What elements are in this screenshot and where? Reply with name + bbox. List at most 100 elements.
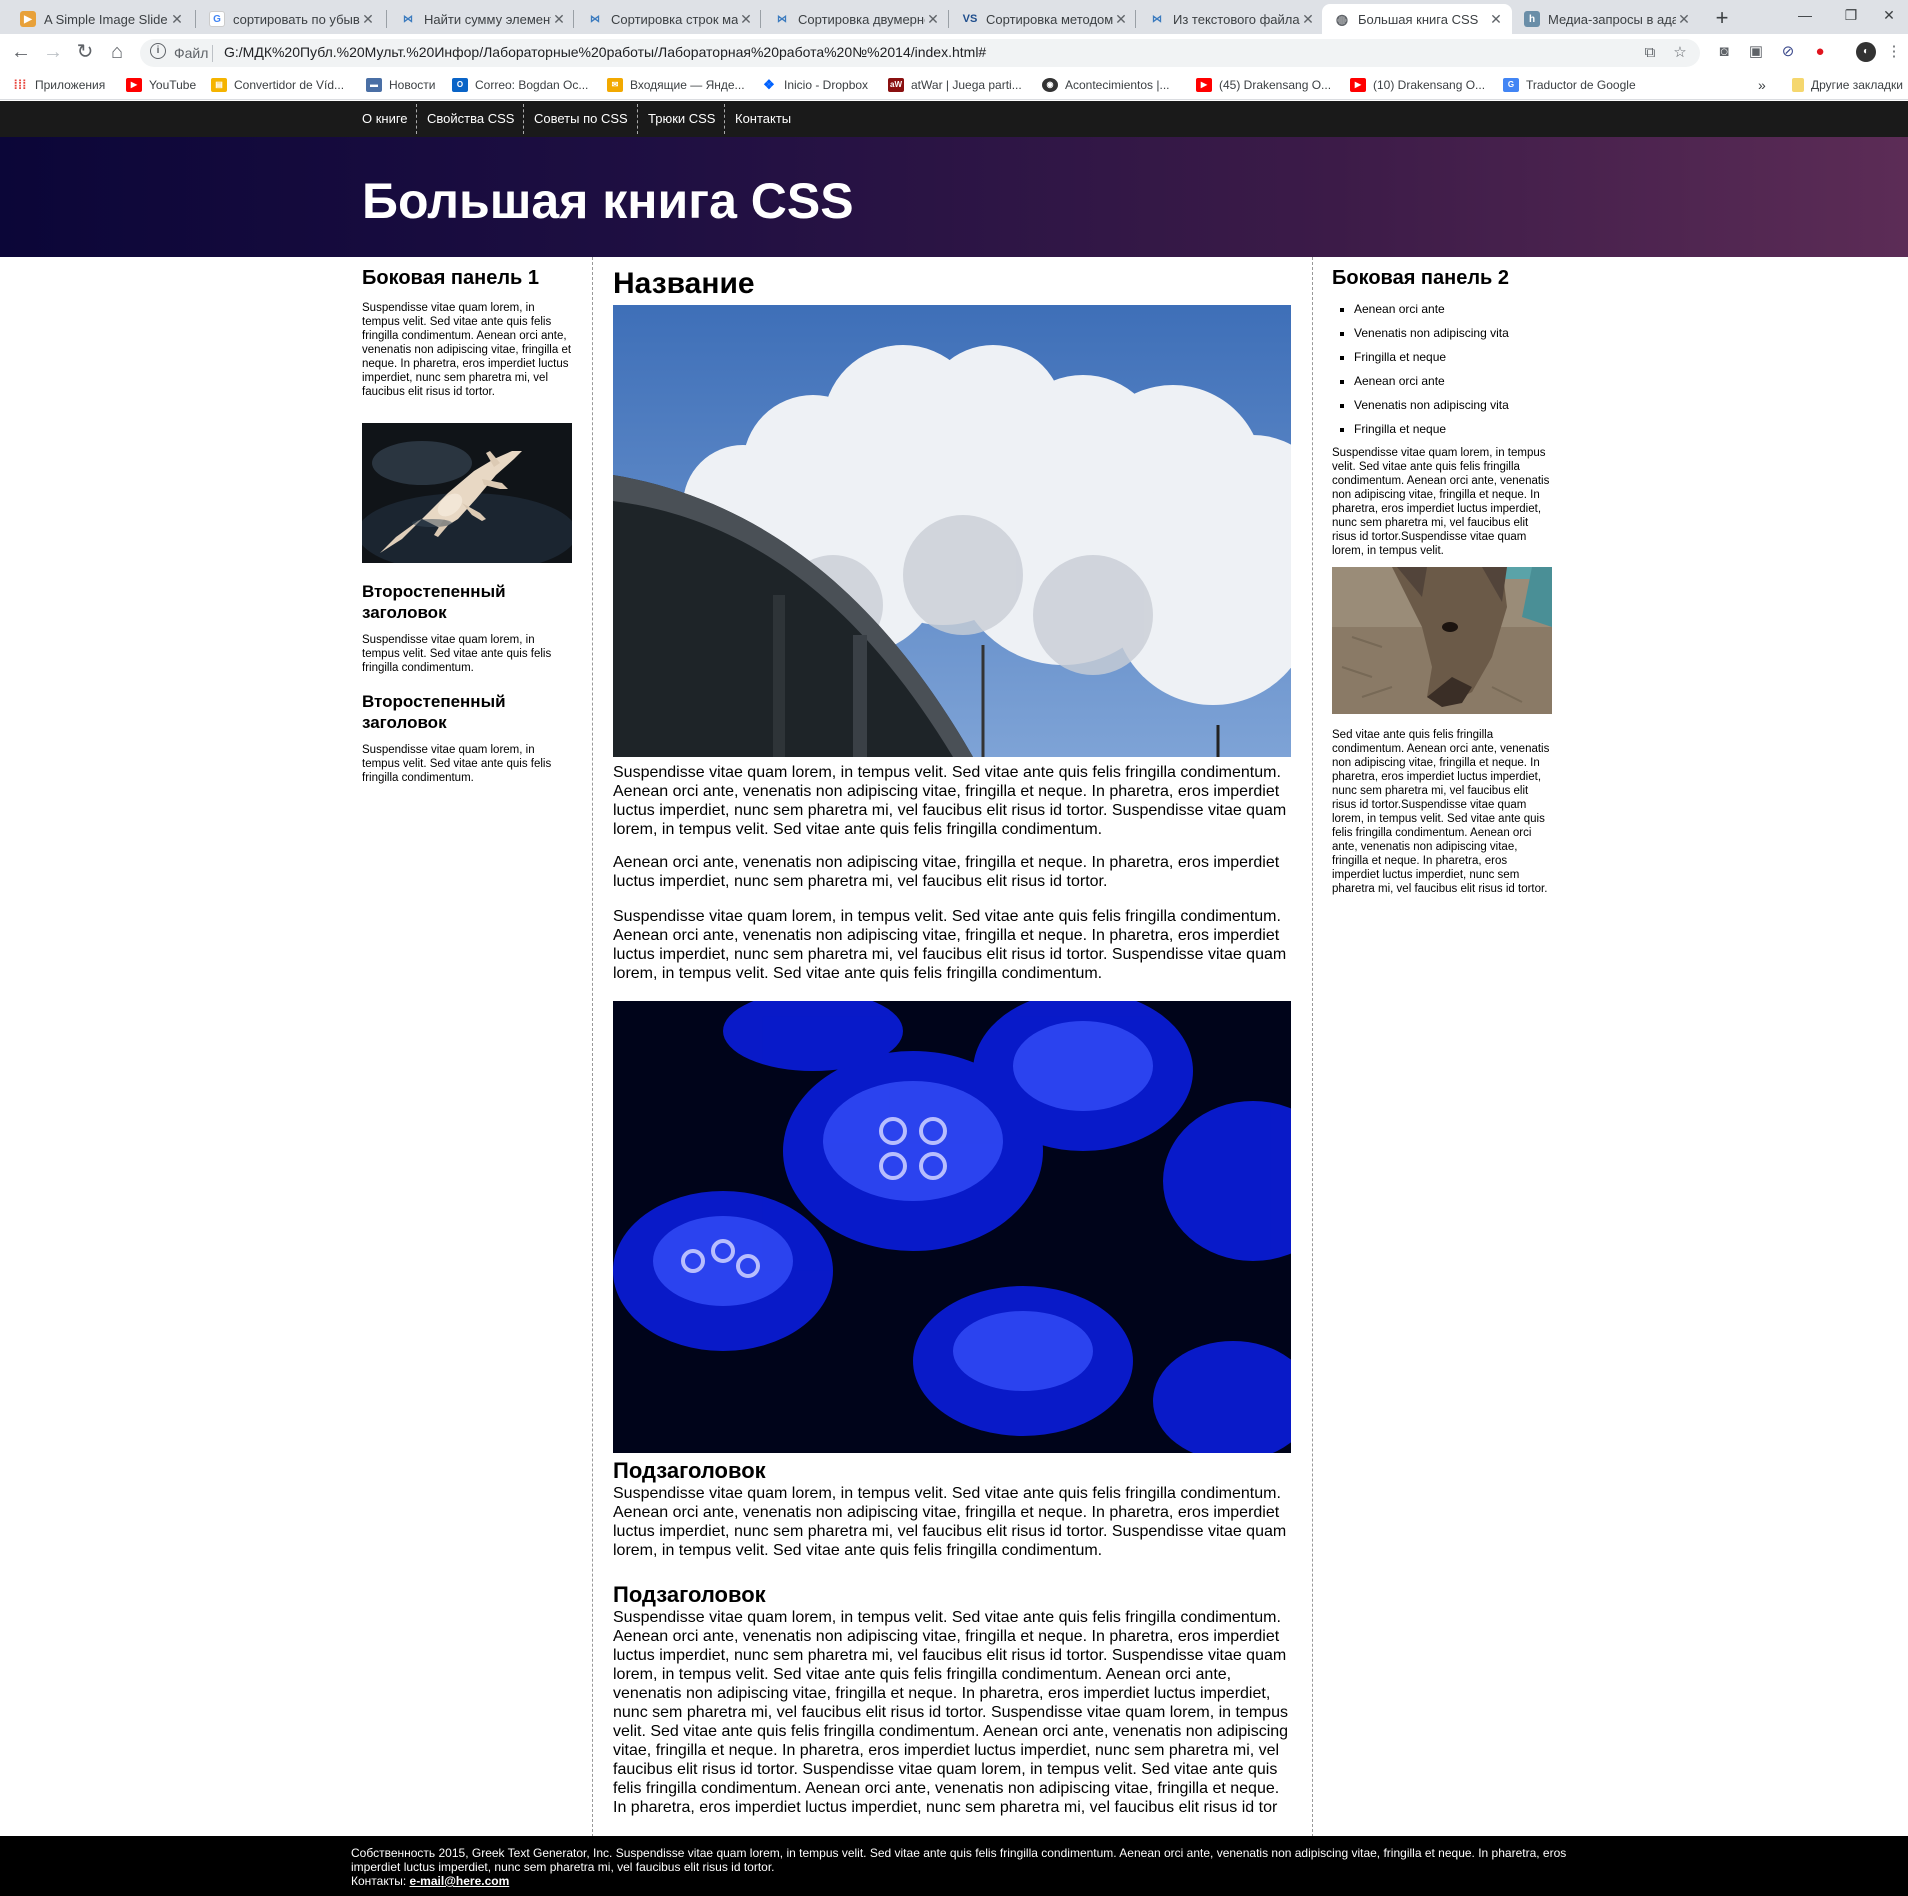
atwar-icon: aW — [888, 78, 904, 92]
bookmark-converter[interactable]: ▤ Convertidor de Víd... — [211, 76, 344, 94]
bookmark-yandex-mail[interactable]: ✉ Входящие — Янде... — [607, 76, 745, 94]
sidebar2-heading: Боковая панель 2 — [1332, 267, 1510, 289]
cyberforum-favicon-icon: ⋈ — [590, 13, 600, 25]
tab-0[interactable]: ▶ A Simple Image Slide Sh ✕ — [8, 4, 193, 34]
bookmark-youtube-drakensang-45[interactable]: ▶ (45) Drakensang O... — [1196, 76, 1331, 94]
list-item: Aenean orci ante — [1354, 373, 1574, 397]
tab-divider — [948, 10, 949, 28]
tab-divider — [760, 10, 761, 28]
extension-icon[interactable]: ▣ — [1746, 42, 1766, 62]
bookmark-youtube-drakensang-10[interactable]: ▶ (10) Drakensang O... — [1350, 76, 1485, 94]
address-url[interactable]: G:/МДК%20Публ.%20Мульт.%20Инфор/Лаборато… — [224, 44, 986, 60]
close-window-button[interactable]: ✕ — [1866, 0, 1908, 30]
address-scheme: Файл — [174, 45, 209, 61]
camera-extension-icon[interactable]: ◙ — [1714, 42, 1734, 62]
bookmark-label: YouTube — [149, 78, 197, 92]
nav-link-tips[interactable]: Советы по CSS — [534, 101, 628, 137]
bookmark-label: (45) Drakensang O... — [1219, 78, 1332, 92]
clouds-and-overpass-photo — [613, 305, 1333, 757]
tab-3[interactable]: ⋈ Сортировка строк мат ✕ — [575, 4, 762, 34]
address-bar[interactable]: i Файл G:/МДК%20Публ.%20Мульт.%20Инфор/Л… — [140, 39, 1700, 67]
habr-favicon-icon: h — [1524, 11, 1540, 27]
close-icon[interactable]: ✕ — [925, 11, 941, 28]
folder-icon — [1792, 78, 1804, 92]
close-icon[interactable]: ✕ — [1113, 11, 1129, 28]
sidebar1-heading: Боковая панель 1 — [362, 267, 540, 289]
column-divider — [592, 257, 593, 1837]
tab-6[interactable]: ⋈ Из текстового файла в ✕ — [1137, 4, 1324, 34]
bookmark-youtube[interactable]: ▶ YouTube — [126, 76, 196, 94]
tab-1[interactable]: G сортировать по убыва ✕ — [197, 4, 384, 34]
nav-link-tricks[interactable]: Трюки CSS — [648, 101, 715, 137]
close-icon[interactable]: ✕ — [169, 11, 185, 28]
translate-icon[interactable]: ⧉ — [1640, 43, 1660, 63]
bookmark-star-icon[interactable]: ☆ — [1670, 43, 1690, 63]
opera-extension-icon[interactable]: ● — [1810, 42, 1830, 62]
donkey-photo — [1332, 567, 1552, 714]
other-bookmarks[interactable]: Другие закладки — [1792, 76, 1903, 94]
tab-title: Большая книга CSS — [1358, 11, 1479, 27]
list-item: Fringilla et neque — [1354, 421, 1574, 445]
close-icon[interactable]: ✕ — [1488, 11, 1504, 28]
list-item: Venenatis non adipiscing vita — [1354, 397, 1574, 421]
tab-divider — [573, 10, 574, 28]
new-tab-button[interactable]: + — [1708, 5, 1736, 33]
mail-icon: ✉ — [607, 78, 623, 92]
footer-email-link[interactable]: e-mail@here.com — [410, 1874, 510, 1888]
bookmark-steam[interactable]: ◉ Acontecimientos |... — [1042, 76, 1170, 94]
back-arrow-icon[interactable]: ← — [8, 40, 34, 66]
tab-4[interactable]: ⋈ Сортировка двумерно ✕ — [762, 4, 949, 34]
footer-text: Собственность 2015, Greek Text Generator… — [351, 1846, 1567, 1874]
minimize-button[interactable]: — — [1782, 0, 1828, 30]
steam-icon: ◉ — [1042, 78, 1058, 92]
youtube-icon: ▶ — [1350, 78, 1366, 92]
list-item: Fringilla et neque — [1354, 349, 1574, 373]
menu-dots-icon[interactable]: ⋮ — [1884, 42, 1904, 62]
bookmark-google-translate[interactable]: G Traductor de Google — [1503, 76, 1636, 94]
main-subtext-2: Suspendisse vitae quam lorem, in tempus … — [613, 1609, 1289, 1816]
info-icon[interactable]: i — [150, 43, 166, 59]
bookmarks-overflow-button[interactable]: » — [1758, 76, 1766, 94]
sidebar1-subtext-1: Suspendisse vitae quam lorem, in tempus … — [362, 634, 552, 674]
bookmark-dropbox[interactable]: ❖ Inicio - Dropbox — [761, 76, 868, 94]
tab-2[interactable]: ⋈ Найти сумму элемента ✕ — [388, 4, 575, 34]
close-icon[interactable]: ✕ — [360, 11, 376, 28]
bookmark-label: Входящие — Янде... — [630, 78, 745, 92]
tab-5[interactable]: VS Сортировка методом ✕ — [950, 4, 1137, 34]
close-icon[interactable]: ✕ — [1300, 11, 1316, 28]
nav-link-contacts[interactable]: Контакты — [735, 101, 791, 137]
nav-link-properties[interactable]: Свойства CSS — [427, 101, 514, 137]
tab-7-active[interactable]: ◍ Большая книга CSS ✕ — [1322, 4, 1512, 34]
bookmark-atwar[interactable]: aW atWar | Juega parti... — [888, 76, 1022, 94]
bookmark-apps[interactable]: ⁞⁞⁞ Приложения — [12, 76, 106, 94]
nav-divider — [724, 104, 725, 134]
tab-title: Из текстового файла в — [1173, 11, 1300, 27]
bookmark-news[interactable]: ▬ Новости — [366, 76, 435, 94]
bookmark-outlook[interactable]: O Correo: Bogdan Oc... — [452, 76, 588, 94]
block-extension-icon[interactable]: ⊘ — [1778, 42, 1798, 62]
site-nav: О книге Свойства CSS Советы по CSS Трюки… — [0, 101, 1908, 137]
cyberforum-favicon-icon: ⋈ — [777, 13, 787, 25]
forward-arrow-icon[interactable]: → — [40, 40, 66, 66]
list-item: Aenean orci ante — [1354, 301, 1574, 325]
tab-divider — [386, 10, 387, 28]
other-bookmarks-label: Другие закладки — [1811, 78, 1903, 92]
tab-title: Сортировка строк мат — [611, 11, 738, 27]
home-icon[interactable]: ⌂ — [104, 40, 130, 66]
google-translate-icon: G — [1503, 78, 1519, 92]
sidebar1-subheading-1: Второстепенный заголовок — [362, 582, 506, 622]
close-icon[interactable]: ✕ — [551, 11, 567, 28]
blue-jellyfish-photo — [613, 991, 1343, 1461]
tab-divider — [1135, 10, 1136, 28]
bookmark-label: Correo: Bogdan Oc... — [475, 78, 589, 92]
bookmark-label: Новости — [389, 78, 436, 92]
sidebar1-text: Suspendisse vitae quam lorem, in tempus … — [362, 302, 572, 398]
tab-8[interactable]: h Медиа-запросы в ада ✕ — [1512, 4, 1700, 34]
avatar[interactable]: ◐ — [1856, 42, 1876, 62]
close-icon[interactable]: ✕ — [738, 11, 754, 28]
bookmark-label: Acontecimientos |... — [1065, 78, 1170, 92]
bookmark-label: (10) Drakensang O... — [1373, 78, 1486, 92]
nav-link-about[interactable]: О книге — [362, 101, 408, 137]
reload-icon[interactable]: ↻ — [72, 40, 98, 66]
close-icon[interactable]: ✕ — [1676, 11, 1692, 28]
